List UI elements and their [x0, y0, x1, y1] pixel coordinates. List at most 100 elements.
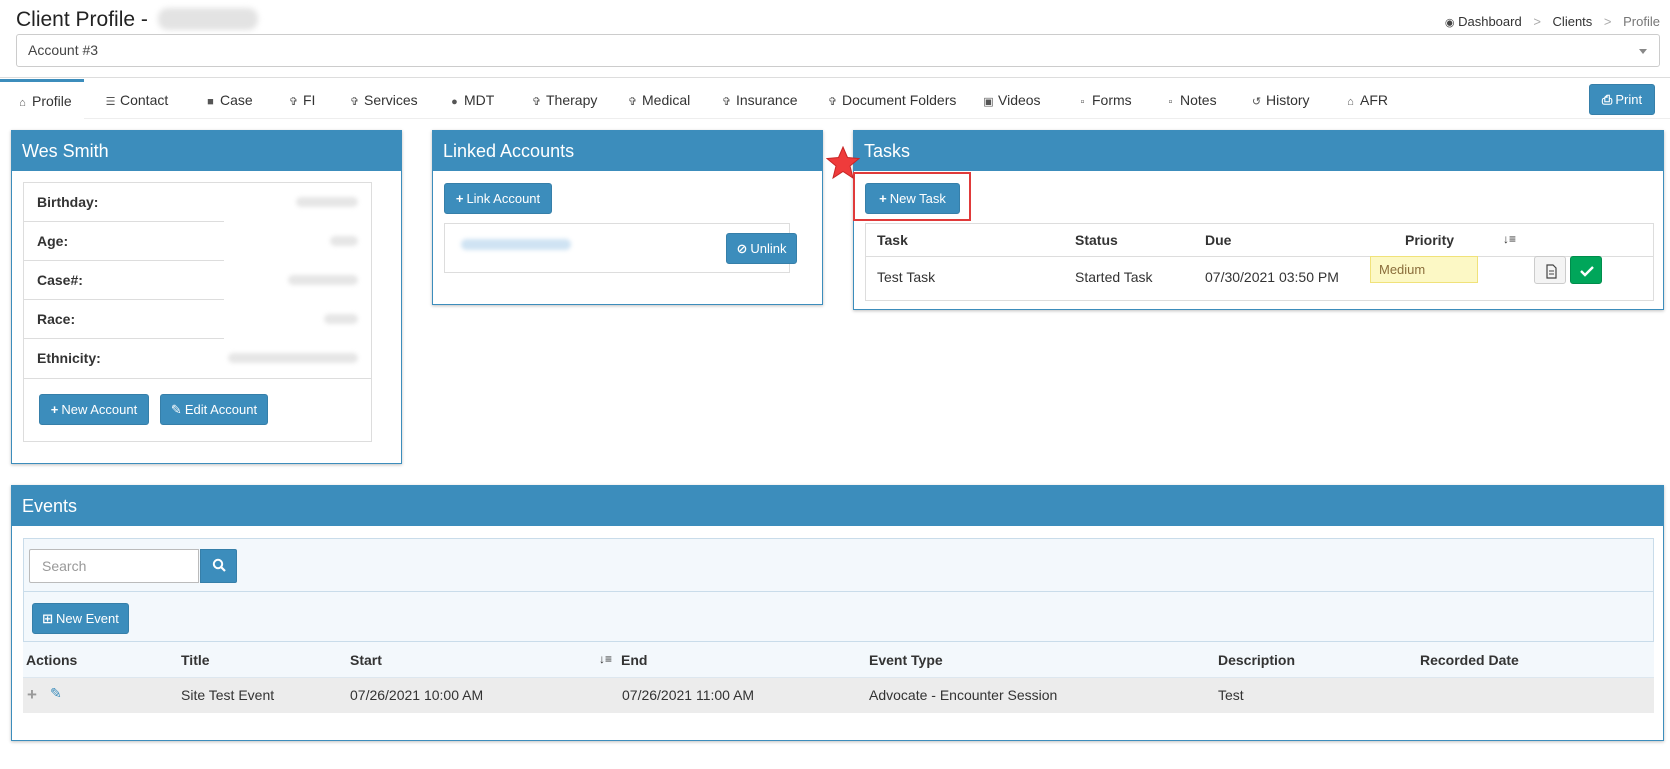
column-header-title[interactable]: Title — [181, 652, 210, 668]
sort-icon[interactable]: ↓≡ — [599, 652, 612, 666]
column-header-priority[interactable]: Priority — [1405, 232, 1454, 248]
events-search-button[interactable] — [200, 549, 237, 583]
info-row-age: Age: — [24, 222, 371, 261]
breadcrumb-dashboard[interactable]: Dashboard — [1458, 14, 1522, 29]
table-row: + ✎ Site Test Event 07/26/2021 10:00 AM … — [23, 678, 1654, 713]
child-icon: ✞ — [827, 96, 838, 108]
tasks-box: Tasks + New Task Task Status Due Priority… — [853, 130, 1664, 310]
plus-icon: + — [50, 402, 59, 417]
linked-accounts-heading: Linked Accounts — [433, 131, 822, 171]
print-icon: ⎙ — [1601, 92, 1613, 107]
home-icon: ⌂ — [19, 97, 26, 109]
tab-profile[interactable]: ⌂ Profile — [0, 79, 84, 119]
expand-plus-icon[interactable]: + — [27, 685, 37, 705]
breadcrumb-profile: Profile — [1623, 14, 1660, 29]
file-icon: ▫ — [1080, 96, 1085, 108]
edit-account-button[interactable]: ✎ Edit Account — [160, 394, 268, 425]
redacted-value — [324, 314, 358, 324]
tab-mdt[interactable]: ● MDT — [448, 79, 494, 119]
child-icon: ✞ — [721, 96, 732, 108]
client-details-panel: Birthday: Age: Case#: Race: Ethnicity: +… — [23, 182, 372, 442]
tab-therapy[interactable]: ✞ Therapy — [530, 79, 597, 119]
ban-icon: ⊘ — [736, 241, 748, 256]
event-description: Test — [1218, 687, 1244, 703]
task-due: 07/30/2021 03:50 PM — [1205, 269, 1339, 285]
file-icon — [1546, 264, 1557, 279]
column-header-description[interactable]: Description — [1218, 652, 1295, 668]
briefcase-icon: ■ — [207, 96, 214, 108]
linked-accounts-box: Linked Accounts + Link Account ⊘ Unlink — [432, 130, 823, 305]
highlight-rectangle — [853, 172, 971, 221]
users-icon: ● — [451, 96, 458, 108]
child-icon: ✞ — [349, 96, 360, 108]
event-title: Site Test Event — [181, 687, 275, 703]
file-icon: ▫ — [1168, 96, 1173, 108]
events-table-header: Actions Title Start ↓≡ End Event Type De… — [23, 642, 1654, 678]
tab-medical[interactable]: ✞ Medical — [626, 79, 690, 119]
tab-insurance[interactable]: ✞ Insurance — [720, 79, 798, 119]
column-header-actions: Actions — [26, 652, 78, 668]
account-select[interactable]: Account #3 — [16, 34, 1660, 67]
new-event-button[interactable]: ⊞ New Event — [32, 603, 129, 634]
redacted-linked-account-link[interactable] — [461, 239, 571, 250]
event-end: 07/26/2021 11:00 AM — [622, 687, 755, 703]
pencil-icon: ✎ — [170, 402, 182, 417]
new-account-button[interactable]: + New Account — [39, 394, 149, 425]
print-button[interactable]: ⎙ Print — [1589, 84, 1655, 115]
events-box: Events Search ⊞ New Event Actions Title S… — [11, 485, 1664, 741]
tab-videos[interactable]: ▣ Videos — [982, 79, 1040, 119]
event-type: Advocate - Encounter Session — [869, 687, 1058, 703]
linked-account-item: ⊘ Unlink — [444, 223, 797, 273]
events-heading: Events — [12, 486, 1663, 526]
search-icon — [212, 558, 226, 572]
tab-notes[interactable]: ▫ Notes — [1164, 79, 1217, 119]
task-title: Test Task — [877, 269, 936, 285]
tab-fi[interactable]: ✞ FI — [287, 79, 316, 119]
tab-services[interactable]: ✞ Services — [348, 79, 418, 119]
child-icon: ✞ — [531, 96, 542, 108]
complete-task-button[interactable] — [1570, 256, 1602, 284]
tab-afr[interactable]: ⌂ AFR — [1344, 79, 1388, 119]
redacted-client-name — [157, 8, 258, 30]
video-file-icon: ▣ — [983, 96, 994, 108]
redacted-value — [288, 275, 358, 285]
breadcrumb-clients[interactable]: Clients — [1553, 14, 1593, 29]
task-status: Started Task — [1075, 269, 1153, 285]
unlink-button[interactable]: ⊘ Unlink — [726, 233, 797, 264]
info-row-case-number: Case#: — [24, 261, 371, 300]
breadcrumb-separator: > — [1603, 14, 1612, 29]
tab-history[interactable]: ↺ History — [1250, 79, 1310, 119]
edit-pencil-icon[interactable]: ✎ — [50, 685, 62, 702]
page-title: Client Profile - — [16, 8, 258, 32]
client-name-heading: Wes Smith — [12, 131, 401, 171]
address-card-icon: ☰ — [105, 96, 116, 108]
tab-forms[interactable]: ▫ Forms — [1076, 79, 1132, 119]
column-header-task[interactable]: Task — [877, 232, 908, 248]
tab-contact[interactable]: ☰ Contact — [104, 79, 169, 119]
events-table-container: Search ⊞ New Event Actions Title Start ↓≡… — [23, 538, 1654, 713]
column-header-recorded-date[interactable]: Recorded Date — [1420, 652, 1519, 668]
redacted-value — [330, 236, 358, 246]
sort-icon[interactable]: ↓≡ — [1503, 232, 1516, 246]
column-header-end[interactable]: End — [621, 652, 647, 668]
column-header-status[interactable]: Status — [1075, 232, 1118, 248]
link-account-button[interactable]: + Link Account — [444, 183, 552, 214]
breadcrumb: ◉ Dashboard > Clients > Profile — [1445, 14, 1660, 29]
events-search-input[interactable]: Search — [29, 549, 199, 583]
history-icon: ↺ — [1251, 96, 1262, 108]
redacted-value — [228, 353, 358, 363]
client-info-box: Wes Smith Birthday: Age: Case#: Race: Et… — [11, 130, 402, 464]
profile-tabs: ⌂ Profile ☰ Contact ■ Case ✞ FI ✞ Services ● M… — [0, 79, 1670, 119]
redacted-value — [296, 197, 358, 207]
check-icon — [1580, 266, 1594, 277]
tab-document-folders[interactable]: ✞ Document Folders — [826, 79, 957, 119]
dashboard-icon: ◉ — [1444, 17, 1455, 29]
column-header-event-type[interactable]: Event Type — [869, 652, 943, 668]
star-icon — [826, 146, 860, 180]
column-header-start[interactable]: Start — [350, 652, 382, 668]
tab-case[interactable]: ■ Case — [204, 79, 253, 119]
view-task-button[interactable] — [1534, 256, 1566, 284]
info-row-birthday: Birthday: — [24, 183, 371, 222]
events-toolbar: Search ⊞ New Event — [23, 538, 1654, 642]
column-header-due[interactable]: Due — [1205, 232, 1231, 248]
